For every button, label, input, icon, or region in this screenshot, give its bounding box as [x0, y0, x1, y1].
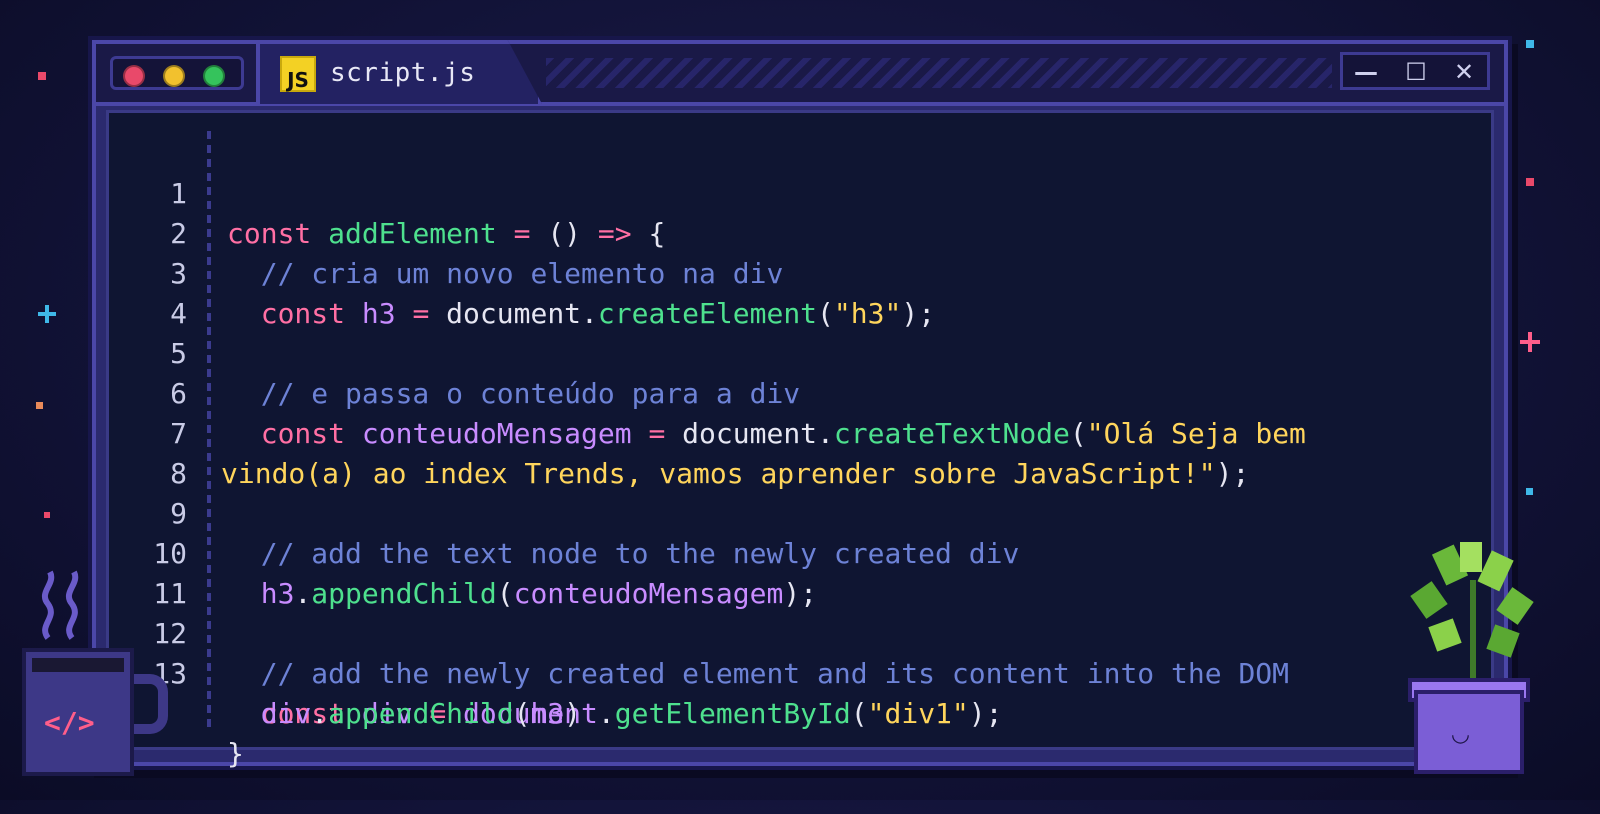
sparkle-icon	[1526, 488, 1533, 495]
plant-leaves	[1410, 542, 1534, 685]
steam-icon	[41, 570, 79, 640]
editor-window: JS script.js — ☐ ✕ 1 const addElement = …	[92, 40, 1508, 770]
code-line-7: 7 vindo(a) ao index Trends, vamos aprend…	[109, 374, 1499, 490]
close-icon[interactable]: ✕	[1443, 58, 1485, 86]
tab-script-js[interactable]: JS script.js	[256, 40, 542, 104]
code-line-13: 13 const div = document.getElementById("…	[109, 614, 1499, 730]
pot: ◡	[1414, 690, 1524, 774]
code-line-5: 5 // e passa o conteúdo para a div	[109, 294, 1499, 410]
minimize-dot-button[interactable]	[163, 65, 185, 87]
window-controls: — ☐ ✕	[1340, 52, 1490, 90]
code-line-10: 10 h3.appendChild(conteudoMensagem);	[109, 494, 1499, 610]
code-line-6: 6 const conteudoMensagem = document.crea…	[109, 334, 1499, 450]
smile-face: ◡	[1452, 722, 1469, 747]
code-line-2: 2 // cria um novo elemento na div	[109, 174, 1499, 290]
mug-icon: </>	[22, 648, 168, 776]
sparkle-icon	[36, 402, 43, 409]
sparkle-icon	[1526, 40, 1534, 48]
close-dot-button[interactable]	[123, 65, 145, 87]
sparkle-icon	[45, 305, 49, 323]
traffic-lights	[110, 56, 244, 90]
sparkle-icon	[1528, 332, 1532, 352]
code-line-3: 3 const h3 = document.createElement("h3"…	[109, 214, 1499, 330]
title-bar: JS script.js — ☐ ✕	[96, 40, 1504, 106]
code-editor[interactable]: 1 const addElement = () => { 2 // cria u…	[106, 110, 1494, 770]
code-line-9: 9 // add the text node to the newly crea…	[109, 454, 1499, 570]
tab-title: script.js	[330, 58, 476, 88]
desktop-scene: JS script.js — ☐ ✕ 1 const addElement = …	[0, 0, 1600, 800]
sparkle-icon	[44, 512, 50, 518]
mug-handle	[130, 674, 168, 734]
code-line-15: }	[109, 694, 1499, 770]
mug-rim	[32, 658, 124, 672]
javascript-file-icon: JS	[280, 56, 316, 92]
maximize-icon[interactable]: ☐	[1395, 58, 1437, 86]
token-brace: }	[227, 737, 244, 770]
minimize-icon[interactable]: —	[1345, 58, 1387, 86]
mug-label: </>	[44, 706, 95, 739]
code-line-1: 1 const addElement = () => {	[109, 134, 1499, 250]
plant-icon: ◡	[1398, 540, 1548, 780]
code-line-8: 8	[109, 414, 1499, 490]
code-line-12: 12 // add the newly created element and …	[109, 574, 1499, 690]
code-line-4: 4	[109, 254, 1499, 330]
code-line-14: div.appendChild(h3)	[109, 654, 1499, 730]
code-text: }	[227, 734, 244, 774]
sparkle-icon	[1526, 178, 1534, 186]
zoom-dot-button[interactable]	[203, 65, 225, 87]
code-line-11: 11	[109, 534, 1499, 610]
mug-body: </>	[22, 648, 134, 776]
sparkle-icon	[38, 72, 46, 80]
titlebar-pattern	[546, 58, 1332, 88]
